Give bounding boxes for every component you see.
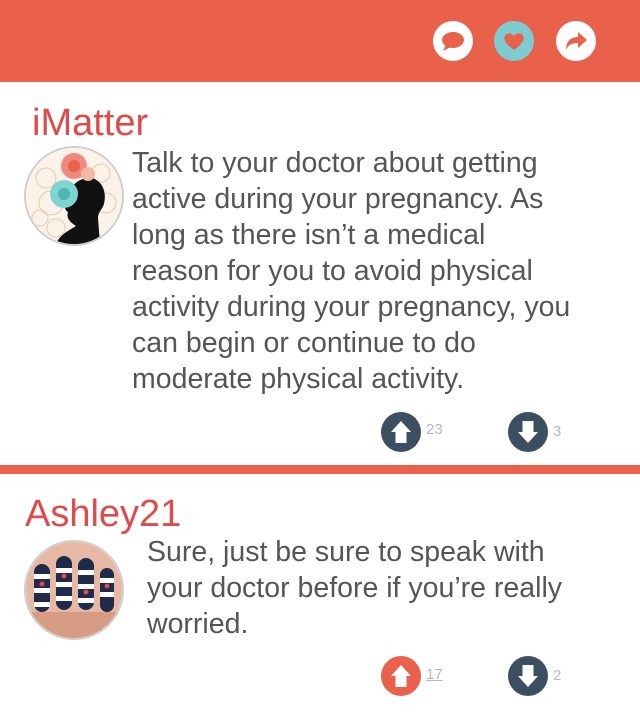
post-divider [0,465,640,474]
upvote-button[interactable] [381,412,421,452]
post-body: Talk to your doctor about getting active… [132,145,612,397]
arrow-down-icon [518,421,538,443]
post-body: Sure, just be sure to speak with your do… [147,534,617,642]
comment-button[interactable] [433,21,473,61]
speech-bubble-icon [442,32,464,51]
post-body-line: can begin or continue to do [132,327,476,359]
upvote-count: 23 [426,421,443,438]
post-body-line: active during your pregnancy. As [132,183,544,215]
nail-art-avatar-image [26,542,122,638]
upvote-count[interactable]: 17 [426,667,443,682]
avatar[interactable] [24,146,124,246]
favorite-button[interactable] [494,21,534,61]
post-body-line: reason for you to avoid physical [132,255,533,287]
top-bar [0,0,640,82]
post-body-line: your doctor before if you’re really [147,572,563,604]
share-arrow-icon [566,32,587,50]
avatar[interactable] [24,540,124,640]
post-body-line: activity during your pregnancy, you [132,291,571,323]
downvote-count: 3 [553,423,562,440]
heart-icon [504,33,524,50]
post-body-line: Sure, just be sure to speak with [147,536,545,568]
downvote-count: 2 [553,667,562,684]
share-button[interactable] [556,21,596,61]
post-body-line: Talk to your doctor about getting [132,147,538,179]
arrow-down-icon [518,665,538,687]
upvote-button[interactable] [381,656,421,696]
post-body-line: moderate physical activity. [132,363,465,395]
post-card: iMatter Talk to your doctor about gettin… [0,82,640,465]
post-username[interactable]: Ashley21 [25,495,181,533]
downvote-button[interactable] [508,656,548,696]
post-card: Ashley21 Sure, just be sure to speak wit… [0,474,640,720]
post-body-line: long as there isn’t a medical [132,219,486,251]
woman-silhouette-avatar-image [26,148,122,244]
downvote-button[interactable] [508,412,548,452]
arrow-up-icon [391,421,411,443]
arrow-up-icon [391,665,411,687]
post-body-line: worried. [147,608,249,640]
post-username[interactable]: iMatter [32,104,148,142]
